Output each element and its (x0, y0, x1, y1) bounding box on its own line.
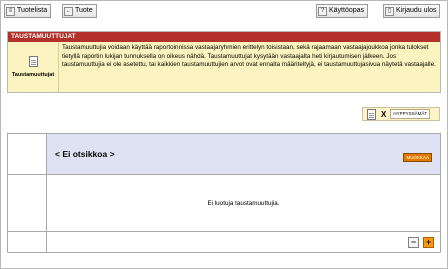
support-label: Tuote (75, 7, 93, 14)
panel-icon-label: Taustamuuttujat (11, 72, 55, 78)
table-row: − + (7, 231, 441, 253)
table-row: < Ei otsikkoa > MUOKKAA (7, 133, 441, 175)
product-list-button[interactable]: ≡ Tuotelista (4, 4, 52, 18)
list-icon: ≡ (6, 6, 15, 16)
tools-bar: X HYPPYSSÄMÄT (362, 107, 440, 121)
support-button[interactable]: ← Tuote (62, 4, 97, 18)
empty-message: Ei luotuja taustamuuttujia. (46, 174, 441, 232)
panel-icon-cell: Taustamuuttujat (8, 42, 59, 92)
arrow-left-icon: ← (64, 6, 73, 16)
logout-label: Kirjaudu ulos (396, 7, 437, 14)
panel-title: TAUSTAMUUTTUJAT (8, 32, 440, 42)
door-icon: ▯ (385, 6, 394, 16)
approve-button[interactable]: HYPPYSSÄMÄT (390, 109, 431, 119)
side-cell (7, 174, 47, 232)
document-icon[interactable] (367, 108, 376, 120)
add-button[interactable]: + (423, 237, 434, 248)
edit-badge[interactable]: MUOKKAA (403, 153, 432, 162)
close-x-button[interactable]: X (381, 110, 386, 119)
side-cell (7, 133, 47, 175)
panel-description: Taustamuuttujia voidaan käyttää raportoi… (59, 42, 440, 92)
background-variables-panel: TAUSTAMUUTTUJAT Taustamuuttujat Taustamu… (7, 31, 441, 93)
section-header: < Ei otsikkoa > MUOKKAA (46, 133, 441, 175)
section-title[interactable]: < Ei otsikkoa > (55, 149, 115, 159)
document-icon (28, 56, 38, 67)
logout-button[interactable]: ▯ Kirjaudu ulos (383, 4, 441, 18)
remove-button[interactable]: − (408, 237, 419, 248)
product-list-label: Tuotelista (17, 7, 48, 14)
side-cell (7, 231, 47, 253)
variables-table: < Ei otsikkoa > MUOKKAA Ei luotuja taust… (7, 133, 441, 253)
help-label: Käyttöopas (329, 7, 365, 14)
panel-body: Taustamuuttujat Taustamuuttujia voidaan … (8, 42, 440, 92)
table-row: Ei luotuja taustamuuttujia. (7, 174, 441, 232)
controls-cell: − + (46, 231, 441, 253)
help-button[interactable]: ? Käyttöopas (316, 4, 369, 18)
question-icon: ? (318, 6, 327, 16)
